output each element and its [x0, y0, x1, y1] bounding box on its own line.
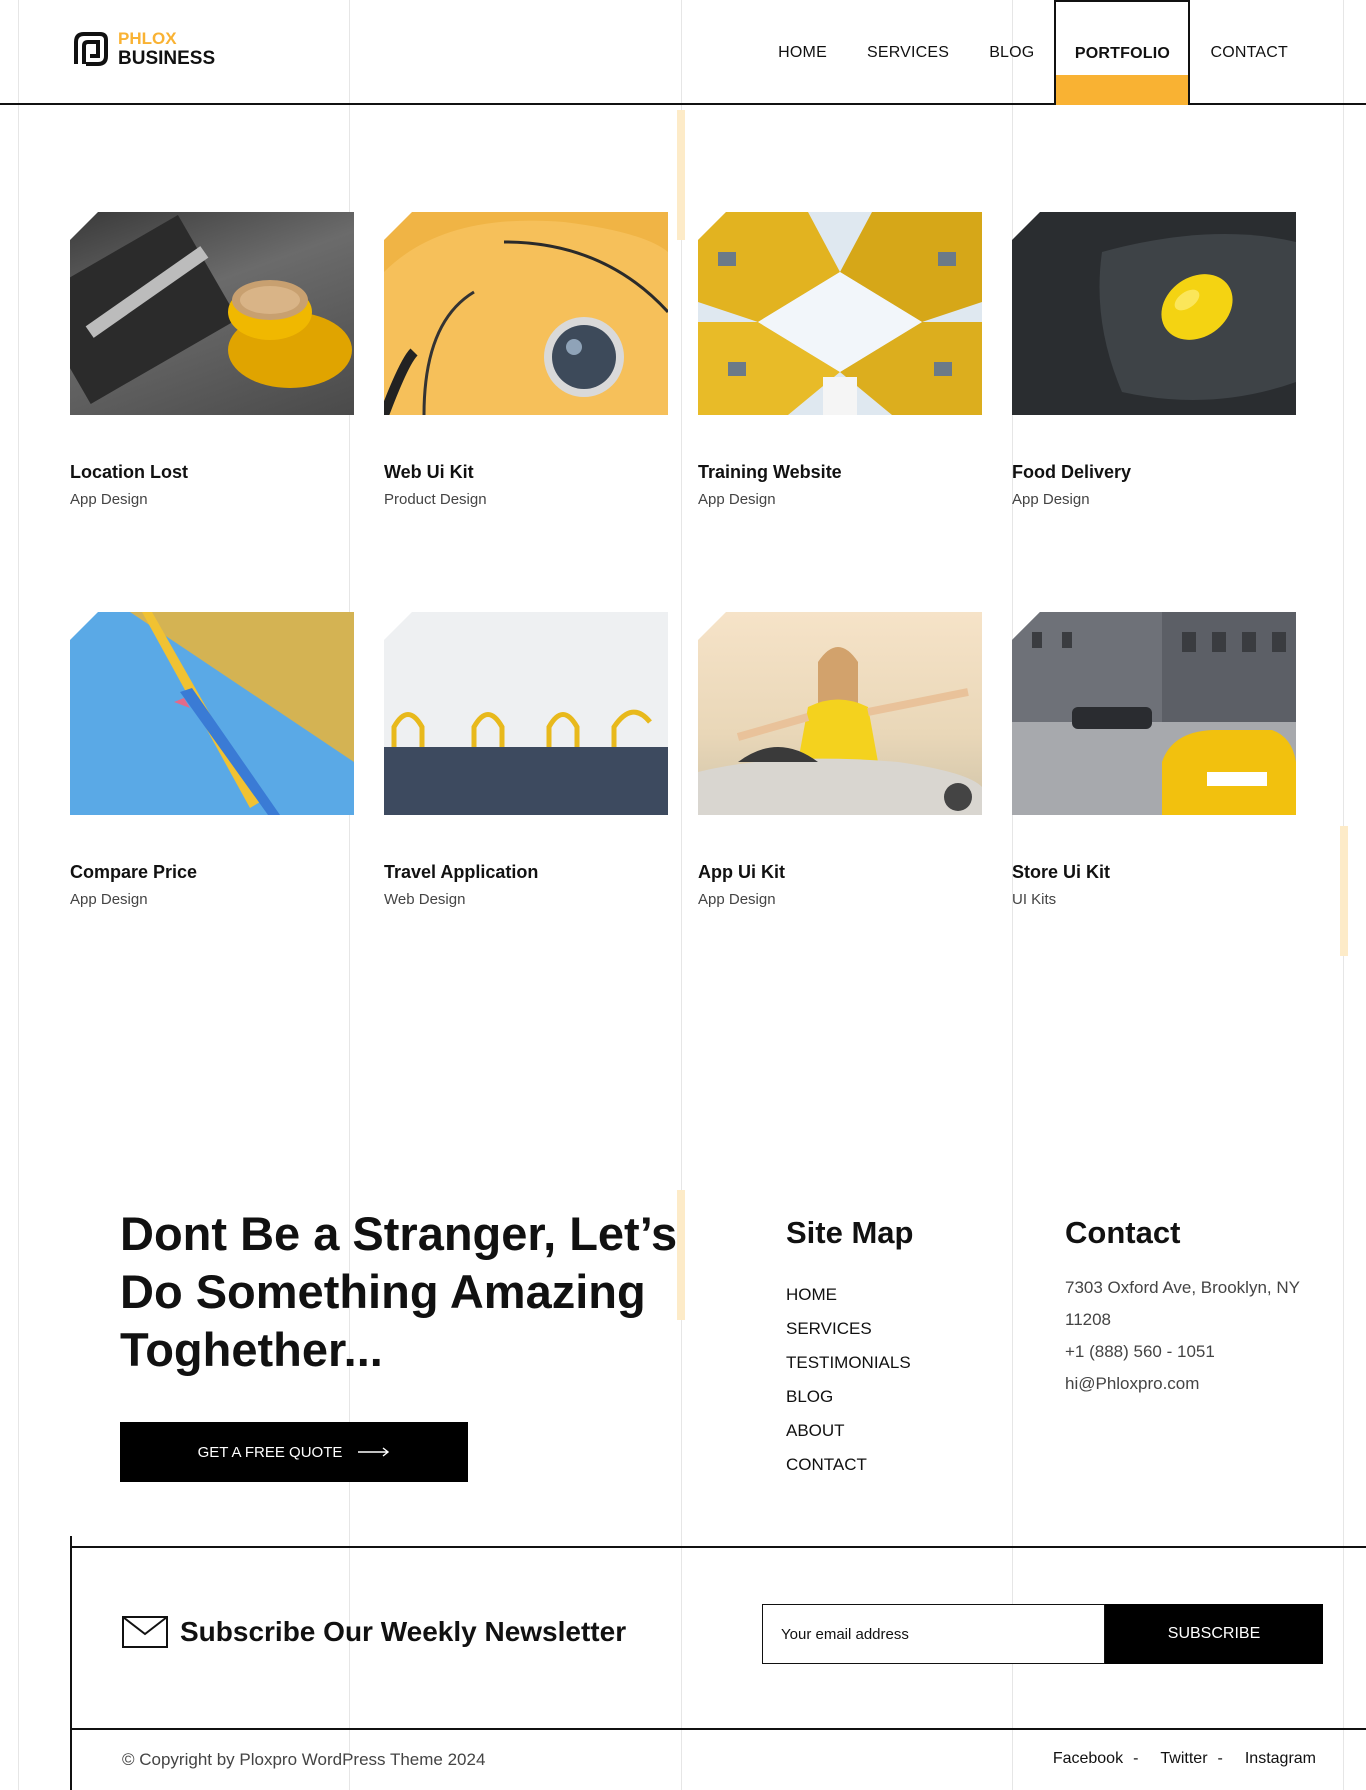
yellow-taxi-street-photo [1012, 612, 1296, 815]
sitemap-link-blog[interactable]: BLOG [786, 1380, 911, 1414]
contact-phone[interactable]: +1 (888) 560 - 1051 [1065, 1336, 1335, 1368]
sitemap-title: Site Map [786, 1215, 914, 1250]
card-title[interactable]: App Ui Kit [698, 862, 982, 883]
get-quote-button[interactable]: GET A FREE QUOTE [120, 1422, 468, 1482]
yellow-arches-photo [384, 612, 668, 815]
subscribe-button[interactable]: SUBSCRIBE [1105, 1604, 1323, 1664]
card-category: Web Design [384, 891, 466, 908]
portfolio-card[interactable]: Store Ui Kit UI Kits [1012, 612, 1296, 908]
portfolio-card[interactable]: App Ui Kit App Design [698, 612, 982, 908]
accent-bar [677, 110, 685, 240]
card-category: UI Kits [1012, 891, 1057, 908]
twitter-link[interactable]: Twitter [1160, 1750, 1207, 1768]
portfolio-card[interactable]: Training Website App Design [698, 212, 982, 508]
nav-item-contact[interactable]: CONTACT [1190, 0, 1308, 105]
sitemap-link-testimonials[interactable]: TESTIMONIALS [786, 1346, 911, 1380]
portfolio-card[interactable]: Web Ui Kit Product Design [384, 212, 668, 508]
newsletter-title: Subscribe Our Weekly Newsletter [122, 1616, 626, 1648]
portfolio-card[interactable]: Location Lost App Design [70, 212, 354, 508]
logo-icon [70, 28, 112, 70]
card-category: App Design [698, 891, 776, 908]
card-category: App Design [1012, 491, 1090, 508]
sitemap-link-contact[interactable]: CONTACT [786, 1448, 911, 1482]
contact-address: 7303 Oxford Ave, Brooklyn, NY 11208 [1065, 1278, 1300, 1329]
nav-item-portfolio[interactable]: PORTFOLIO [1054, 0, 1191, 105]
card-category: Product Design [384, 491, 487, 508]
contact-title: Contact [1065, 1215, 1181, 1250]
guide-line [681, 0, 682, 1790]
instagram-link[interactable]: Instagram [1245, 1750, 1316, 1768]
nav-item-blog[interactable]: BLOG [969, 0, 1054, 105]
logo-text-bottom: BUSINESS [118, 48, 216, 69]
logo-text-top: PHLOX [118, 29, 177, 48]
divider [72, 1728, 1366, 1730]
lemon-on-slate-photo [1012, 212, 1296, 415]
contact-info: 7303 Oxford Ave, Brooklyn, NY 11208 +1 (… [1065, 1272, 1335, 1400]
social-links: Facebook - Twitter - Instagram [1053, 1750, 1316, 1768]
cta-heading: Dont Be a Stranger, Let’s Do Something A… [120, 1207, 678, 1376]
newsletter-title-text: Subscribe Our Weekly Newsletter [180, 1616, 627, 1647]
sitemap-link-about[interactable]: ABOUT [786, 1414, 911, 1448]
separator: - [1217, 1750, 1223, 1767]
logo[interactable]: PHLOX BUSINESS [70, 28, 215, 70]
woman-in-convertible-photo [698, 612, 982, 815]
card-title[interactable]: Compare Price [70, 862, 354, 883]
nav-item-home[interactable]: HOME [758, 0, 847, 105]
portfolio-card[interactable]: Compare Price App Design [70, 612, 354, 908]
sitemap-links: HOME SERVICES TESTIMONIALS BLOG ABOUT CO… [786, 1278, 911, 1482]
card-title[interactable]: Food Delivery [1012, 462, 1296, 483]
site-header: PHLOX BUSINESS HOME SERVICES BLOG PORTFO… [0, 0, 1366, 105]
nav-label: CONTACT [1210, 43, 1288, 61]
separator: - [1133, 1750, 1139, 1767]
active-indicator [1056, 75, 1189, 105]
card-category: App Design [70, 491, 148, 508]
main-nav: HOME SERVICES BLOG PORTFOLIO CONTACT [758, 0, 1308, 105]
portfolio-card[interactable]: Food Delivery App Design [1012, 212, 1296, 508]
portfolio-card[interactable]: Travel Application Web Design [384, 612, 668, 908]
pencils-photo [70, 612, 354, 815]
email-input[interactable] [762, 1604, 1105, 1664]
nav-label: SERVICES [866, 43, 950, 61]
newsletter-section: Subscribe Our Weekly Newsletter SUBSCRIB… [70, 1536, 1366, 1790]
coffee-cup-photo [70, 212, 354, 415]
nav-item-services[interactable]: SERVICES [847, 0, 969, 105]
button-label: GET A FREE QUOTE [197, 1443, 343, 1461]
facebook-link[interactable]: Facebook [1053, 1750, 1123, 1768]
copyright-text: © Copyright by Ploxpro WordPress Theme 2… [122, 1750, 486, 1769]
card-title[interactable]: Store Ui Kit [1012, 862, 1296, 883]
arrow-right-icon [358, 1447, 390, 1457]
card-title[interactable]: Training Website [698, 462, 982, 483]
sitemap-link-home[interactable]: HOME [786, 1278, 911, 1312]
sitemap-link-services[interactable]: SERVICES [786, 1312, 911, 1346]
card-title[interactable]: Location Lost [70, 462, 354, 483]
divider [72, 1546, 1366, 1548]
nav-label: BLOG [989, 43, 1035, 61]
nav-label: PORTFOLIO [1074, 44, 1171, 62]
guide-line [18, 0, 19, 1790]
accent-bar [1340, 826, 1348, 956]
yellow-car-headlight-photo [384, 212, 668, 415]
cube-houses-photo [698, 212, 982, 415]
card-category: App Design [698, 491, 776, 508]
envelope-icon [122, 1616, 168, 1648]
card-title[interactable]: Web Ui Kit [384, 462, 668, 483]
card-category: App Design [70, 891, 148, 908]
card-title[interactable]: Travel Application [384, 862, 668, 883]
contact-email[interactable]: hi@Phloxpro.com [1065, 1368, 1335, 1400]
nav-label: HOME [778, 43, 827, 61]
